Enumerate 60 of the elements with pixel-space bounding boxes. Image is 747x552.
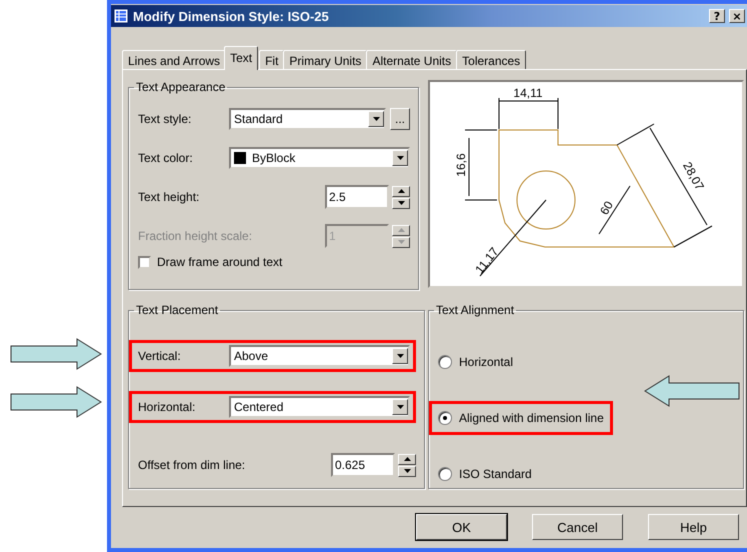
dropdown-button[interactable] xyxy=(392,399,408,415)
caret-icon xyxy=(404,469,410,473)
caret-icon xyxy=(398,201,404,205)
caret-icon xyxy=(372,117,380,121)
spin-up-button[interactable] xyxy=(392,186,410,196)
field-label: Horizontal: xyxy=(138,400,196,414)
radio-option[interactable]: Aligned with dimension line xyxy=(438,407,604,429)
dialog-button[interactable]: OK xyxy=(416,514,507,540)
caret-icon xyxy=(396,354,404,358)
offset-field[interactable]: 0.625 xyxy=(331,453,395,477)
tab[interactable]: Fit xyxy=(259,50,284,69)
radio-option[interactable]: ISO Standard xyxy=(438,463,532,485)
field-label: Text height: xyxy=(138,190,200,204)
text-style-dropdown[interactable]: Standard xyxy=(229,108,386,130)
field-label: Text style: xyxy=(138,112,192,126)
checkbox-icon xyxy=(138,256,151,268)
spin-up-button[interactable] xyxy=(392,224,410,236)
spin-down-button[interactable] xyxy=(392,236,410,248)
spin-down-button[interactable] xyxy=(398,466,416,476)
group-title: Text Alignment xyxy=(435,303,516,317)
spin-up-button[interactable] xyxy=(398,454,416,464)
close-button[interactable]: × xyxy=(729,9,745,23)
app-icon xyxy=(113,8,129,24)
group-title: Text Placement xyxy=(135,303,220,317)
field-label: Offset from dim line: xyxy=(138,458,246,472)
tab[interactable]: Alternate Units xyxy=(366,50,458,69)
field-label: Vertical: xyxy=(138,349,182,363)
dialog-button[interactable]: Help xyxy=(648,514,739,540)
dropdown-button[interactable] xyxy=(392,348,408,364)
vertical-dropdown[interactable]: Above xyxy=(229,345,410,367)
caret-icon xyxy=(398,228,404,232)
hole-circle xyxy=(516,170,576,230)
caret-icon xyxy=(404,457,410,461)
help-button[interactable]: ? xyxy=(709,9,725,23)
dimension-text: 16,6 xyxy=(454,153,468,177)
tab[interactable]: Text xyxy=(224,46,258,70)
radio-option[interactable]: Horizontal xyxy=(438,351,514,373)
horizontal-dropdown[interactable]: Centered xyxy=(229,396,410,418)
tab[interactable]: Tolerances xyxy=(456,50,526,69)
draw-frame-checkbox[interactable]: Draw frame around text xyxy=(138,251,410,273)
group-title: Text Appearance xyxy=(135,80,226,94)
text-color-dropdown[interactable]: ByBlock xyxy=(229,147,410,169)
dimension-text: 60 xyxy=(597,198,616,218)
caret-icon xyxy=(396,405,404,409)
window-title: Modify Dimension Style: ISO-25 xyxy=(133,8,330,24)
text-height-field[interactable]: 2.5 xyxy=(325,185,389,209)
tab[interactable]: Lines and Arrows xyxy=(122,50,226,69)
dropdown-button[interactable] xyxy=(392,150,408,166)
spin-down-button[interactable] xyxy=(392,198,410,208)
field-label: Fraction height scale: xyxy=(138,229,252,243)
tab[interactable]: Primary Units xyxy=(283,50,368,69)
field-label: Text color: xyxy=(138,151,194,165)
dialog-button[interactable]: Cancel xyxy=(532,514,623,540)
browse-button[interactable]: ... xyxy=(390,108,410,130)
color-swatch xyxy=(234,152,246,164)
caret-icon xyxy=(398,189,404,193)
dimension-text: 14,11 xyxy=(513,86,543,100)
caret-icon xyxy=(398,240,404,244)
dropdown-button[interactable] xyxy=(368,111,384,127)
caret-icon xyxy=(396,156,404,160)
